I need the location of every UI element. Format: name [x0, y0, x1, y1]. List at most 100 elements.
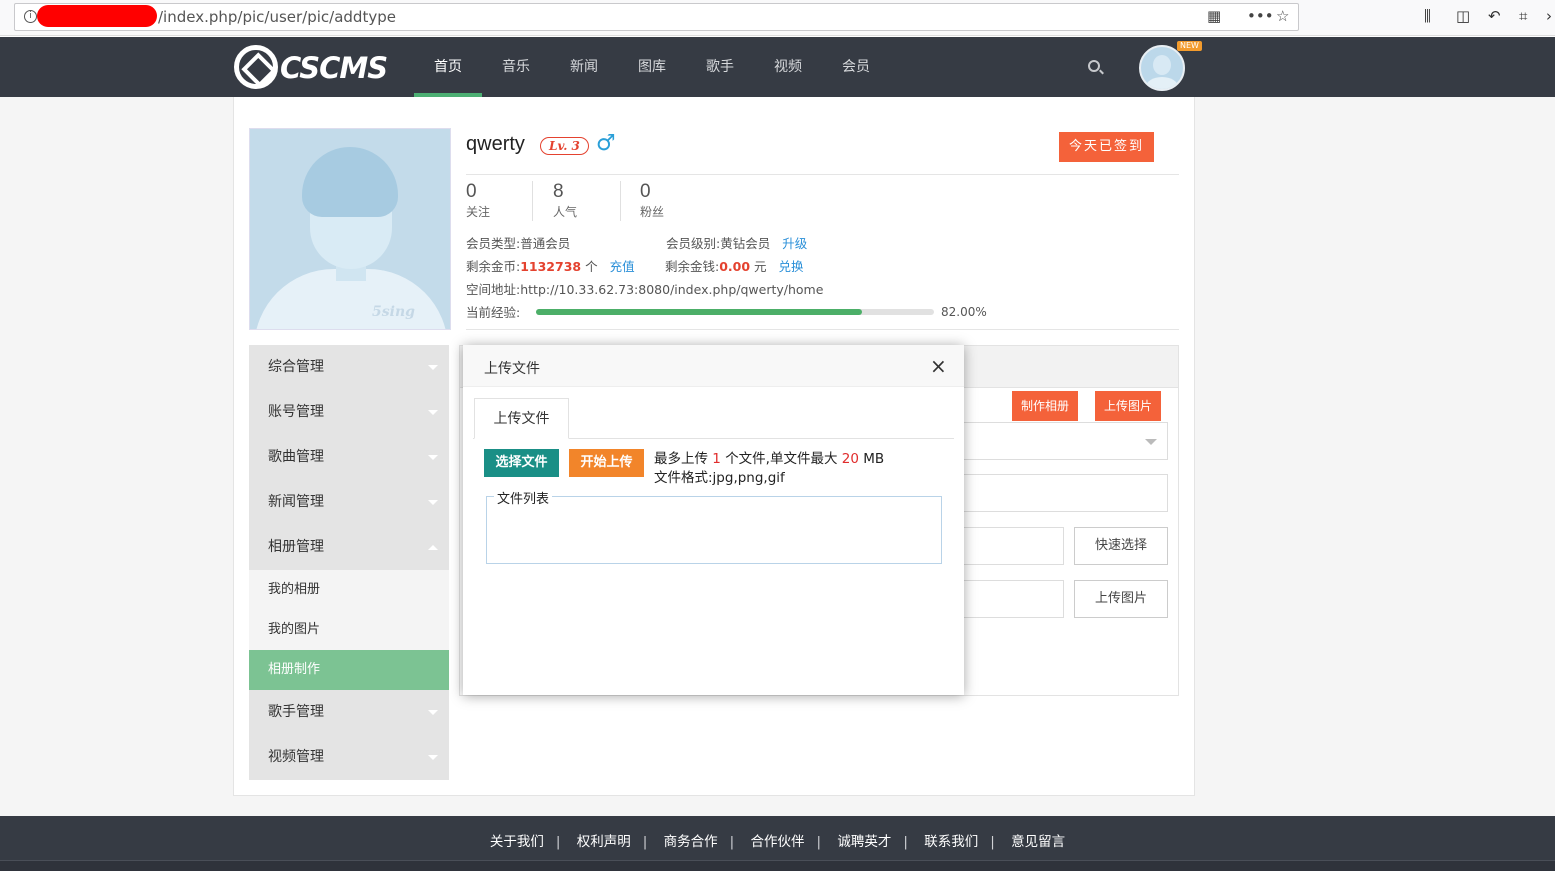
member-type-value: 普通会员 — [520, 236, 571, 251]
sidebar-group-label: 视频管理 — [268, 749, 324, 765]
profile-avatar[interactable]: 5sing — [249, 128, 451, 330]
sidebar-group-singer[interactable]: 歌手管理 — [249, 690, 449, 735]
sidebar-icon[interactable]: ◫ — [1456, 7, 1470, 25]
chevron-down-icon — [428, 755, 438, 760]
chevron-down-icon — [428, 710, 438, 715]
tip-mid: 个文件,单文件最大 — [725, 451, 838, 467]
coins-label: 剩余金币: — [466, 259, 521, 274]
footer-links: 关于我们 | 权利声明 | 商务合作 | 合作伙伴 | 诚聘英才 | 联系我们 | 意见留言 — [489, 834, 1066, 850]
nav-gallery[interactable]: 图库 — [618, 37, 686, 97]
tab-upload-file[interactable]: 上传文件 — [474, 398, 569, 439]
site-header: CSCMS 首页 音乐 新闻 图库 歌手 视频 会员 NEW — [0, 37, 1555, 97]
qr-code-icon[interactable]: ▦ — [1207, 7, 1221, 25]
close-icon[interactable]: × — [930, 356, 947, 376]
chevron-down-icon — [428, 500, 438, 505]
file-list-box — [486, 496, 942, 564]
money-value: 0.00 — [719, 259, 751, 274]
choose-file-button[interactable]: 选择文件 — [484, 449, 559, 477]
member-level: 会员级别:黄钻会员 升级 — [666, 233, 807, 252]
coins-value: 1132738 — [520, 259, 582, 274]
space-label: 空间地址: — [466, 282, 521, 297]
level-badge: Lv. 3 — [540, 137, 589, 155]
dialog-header: 上传文件 × — [463, 345, 964, 387]
sidebar-group-video[interactable]: 视频管理 — [249, 735, 449, 780]
footer-link-rights[interactable]: 权利声明 — [577, 834, 631, 850]
address-bar[interactable]: i /index.php/pic/user/pic/addtype ▦ ••• … — [14, 3, 1299, 31]
library-icon[interactable]: ⫼ — [1424, 7, 1431, 25]
footer-link-business[interactable]: 商务合作 — [664, 834, 718, 850]
stat-follow[interactable]: 0 关注 — [466, 181, 490, 220]
divider — [466, 174, 1179, 175]
screenshot-icon[interactable]: ⌗ — [1519, 7, 1527, 25]
footer-link-feedback[interactable]: 意见留言 — [1011, 834, 1065, 850]
footer-link-partners[interactable]: 合作伙伴 — [751, 834, 805, 850]
info-icon[interactable]: i — [24, 10, 37, 23]
divider — [466, 329, 1179, 330]
coins-row: 剩余金币:1132738 个 充值 — [466, 256, 635, 275]
make-album-button[interactable]: 制作相册 — [1012, 391, 1079, 421]
stat-label: 粉丝 — [640, 205, 665, 219]
sidebar-group-account[interactable]: 账号管理 — [249, 390, 449, 435]
member-type-label: 会员类型: — [466, 236, 521, 251]
space-row: 空间地址:http://10.33.62.73:8080/index.php/q… — [466, 279, 823, 298]
nav-video[interactable]: 视频 — [754, 37, 822, 97]
album-select[interactable] — [960, 422, 1168, 460]
back-icon[interactable]: ↶ — [1488, 7, 1501, 25]
nav-home[interactable]: 首页 — [414, 37, 482, 97]
footer-link-contact[interactable]: 联系我们 — [924, 834, 978, 850]
start-upload-button[interactable]: 开始上传 — [569, 449, 644, 477]
logo-text[interactable]: CSCMS — [280, 51, 388, 85]
sidebar-group-news[interactable]: 新闻管理 — [249, 480, 449, 525]
sidebar-group-general[interactable]: 综合管理 — [249, 345, 449, 390]
sidebar-group-album[interactable]: 相册管理 — [249, 525, 449, 570]
coins-unit: 个 — [585, 259, 598, 274]
money-label: 剩余金钱: — [665, 259, 720, 274]
space-url[interactable]: http://10.33.62.73:8080/index.php/qwerty… — [520, 282, 823, 297]
url-text[interactable]: /index.php/pic/user/pic/addtype — [158, 8, 396, 26]
nav-member[interactable]: 会员 — [822, 37, 890, 97]
divider — [620, 181, 621, 221]
logo-icon[interactable] — [234, 45, 278, 89]
username: qwerty — [466, 133, 525, 155]
sidebar-item-my-pictures[interactable]: 我的图片 — [249, 610, 449, 650]
stat-popularity[interactable]: 8 人气 — [553, 181, 577, 220]
search-icon[interactable] — [1088, 60, 1100, 72]
stat-number: 0 — [640, 181, 651, 202]
recharge-link[interactable]: 充值 — [610, 259, 635, 274]
nav-singer[interactable]: 歌手 — [686, 37, 754, 97]
male-gender-icon: ♂ — [596, 131, 616, 156]
chevron-down-icon — [1145, 439, 1157, 445]
new-badge: NEW — [1177, 41, 1202, 51]
album-name-input[interactable] — [960, 474, 1168, 512]
bookmark-star-icon[interactable]: ☆ — [1276, 7, 1289, 25]
upgrade-link[interactable]: 升级 — [782, 236, 807, 251]
member-type: 会员类型:普通会员 — [466, 233, 570, 252]
chevron-down-icon — [428, 455, 438, 460]
sidebar-group-songs[interactable]: 歌曲管理 — [249, 435, 449, 480]
more-icon[interactable]: ••• — [1247, 7, 1274, 25]
cover-input[interactable] — [960, 527, 1064, 565]
overflow-icon[interactable]: › — [1546, 7, 1552, 25]
nav-music[interactable]: 音乐 — [482, 37, 550, 97]
upload-picture-button-2[interactable]: 上传图片 — [1074, 580, 1168, 618]
sidebar-group-label: 账号管理 — [268, 404, 324, 420]
nav-news[interactable]: 新闻 — [550, 37, 618, 97]
footer-link-about[interactable]: 关于我们 — [490, 834, 544, 850]
exchange-link[interactable]: 兑换 — [779, 259, 804, 274]
sidebar-item-my-albums[interactable]: 我的相册 — [249, 570, 449, 610]
checkin-button[interactable]: 今天已签到 — [1059, 132, 1154, 162]
picture-input[interactable] — [960, 580, 1064, 618]
money-row: 剩余金钱:0.00 元 兑换 — [665, 256, 804, 275]
divider — [532, 181, 533, 221]
chevron-up-icon — [428, 545, 438, 550]
stat-number: 0 — [466, 181, 477, 202]
user-avatar[interactable] — [1139, 45, 1185, 91]
stat-fans[interactable]: 0 粉丝 — [640, 181, 664, 220]
sidebar-item-album-create[interactable]: 相册制作 — [249, 650, 449, 690]
sidebar-group-label: 相册管理 — [268, 539, 324, 555]
quick-select-button[interactable]: 快速选择 — [1074, 527, 1168, 565]
upload-picture-button[interactable]: 上传图片 — [1095, 391, 1162, 421]
footer-link-jobs[interactable]: 诚聘英才 — [837, 834, 891, 850]
stat-label: 人气 — [553, 205, 578, 219]
footer-bottom-strip — [0, 860, 1555, 871]
